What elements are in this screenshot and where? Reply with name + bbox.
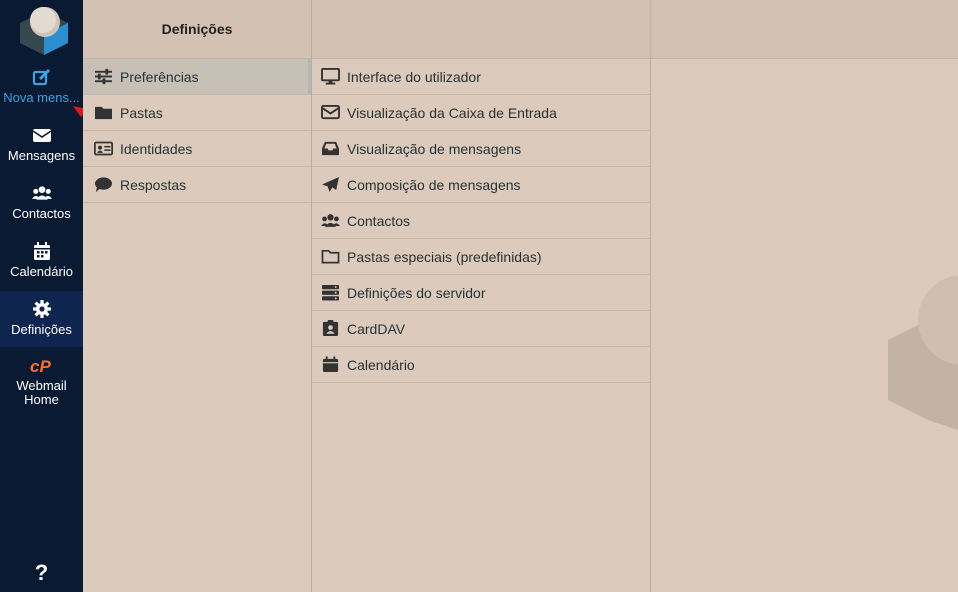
roundcube-logo (20, 7, 68, 55)
id-card-icon (93, 140, 113, 158)
nav-calendar-label: Calendário (10, 265, 73, 279)
calendar-icon (0, 241, 83, 263)
nav-settings-label: Definições (11, 323, 72, 337)
pref-item-label: Composição de mensagens (347, 176, 521, 193)
nav-compose[interactable]: Nova mens... (0, 67, 83, 105)
cpanel-icon: cP (0, 357, 83, 377)
pref-item-label: Calendário (347, 356, 415, 373)
content-header (651, 0, 958, 59)
folder-icon (93, 104, 113, 122)
contact-card-icon (320, 320, 340, 338)
pref-item-composing[interactable]: Composição de mensagens (312, 167, 650, 203)
preferences-sections-panel: Interface do utilizador Visualização da … (312, 0, 651, 592)
gear-icon (0, 299, 83, 321)
compose-icon (0, 67, 83, 89)
paper-plane-icon (320, 176, 340, 194)
settings-item-folders[interactable]: Pastas (83, 95, 311, 131)
comment-icon (93, 176, 113, 194)
users-icon (320, 212, 340, 230)
server-icon (320, 284, 340, 302)
pref-item-label: Contactos (347, 212, 411, 229)
settings-sections-panel: Definições Preferências Pastas Identidad… (83, 0, 312, 592)
help-icon[interactable]: ? (0, 560, 83, 586)
settings-item-identities[interactable]: Identidades (83, 131, 311, 167)
settings-item-label: Preferências (120, 68, 199, 85)
pref-item-mailbox-view[interactable]: Visualização da Caixa de Entrada (312, 95, 650, 131)
pref-item-user-interface[interactable]: Interface do utilizador (312, 59, 650, 95)
nav-calendar[interactable]: Calendário (0, 241, 83, 279)
pref-item-special-folders[interactable]: Pastas especiais (predefinidas) (312, 239, 650, 275)
pref-item-carddav[interactable]: CardDAV (312, 311, 650, 347)
users-icon (0, 183, 83, 205)
panel-title: Definições (83, 0, 311, 59)
settings-item-label: Identidades (120, 140, 193, 157)
envelope-outline-icon (320, 104, 340, 122)
nav-contacts[interactable]: Contactos (0, 183, 83, 221)
pref-item-message-view[interactable]: Visualização de mensagens (312, 131, 650, 167)
nav-compose-label: Nova mens... (3, 91, 80, 105)
inbox-icon (320, 140, 340, 158)
settings-item-responses[interactable]: Respostas (83, 167, 311, 203)
folder-outline-icon (320, 248, 340, 266)
settings-item-preferences[interactable]: Preferências (83, 59, 311, 95)
pref-item-label: Visualização de mensagens (347, 140, 522, 157)
pref-item-contacts[interactable]: Contactos (312, 203, 650, 239)
nav-contacts-label: Contactos (12, 207, 71, 221)
pref-item-label: Interface do utilizador (347, 68, 481, 85)
monitor-icon (320, 68, 340, 86)
svg-text:cP: cP (30, 357, 51, 375)
pref-item-calendar[interactable]: Calendário (312, 347, 650, 383)
panel-header (312, 0, 650, 59)
nav-webmail-home-label: Webmail Home (16, 379, 67, 407)
settings-item-label: Respostas (120, 176, 187, 193)
sliders-icon (93, 68, 113, 86)
calendar-icon (320, 356, 340, 374)
main-navigation: Nova mens... Mensagens Contactos Calendá… (0, 0, 83, 592)
content-frame (651, 0, 958, 592)
pref-item-label: CardDAV (347, 320, 406, 337)
watermark-logo-icon (888, 275, 958, 430)
pref-item-label: Visualização da Caixa de Entrada (347, 104, 557, 121)
pref-item-label: Pastas especiais (predefinidas) (347, 248, 542, 265)
settings-item-label: Pastas (120, 104, 163, 121)
pref-item-label: Definições do servidor (347, 284, 486, 301)
pref-item-server-settings[interactable]: Definições do servidor (312, 275, 650, 311)
nav-webmail-home[interactable]: cP Webmail Home (0, 357, 83, 407)
nav-settings[interactable]: Definições (0, 291, 83, 347)
